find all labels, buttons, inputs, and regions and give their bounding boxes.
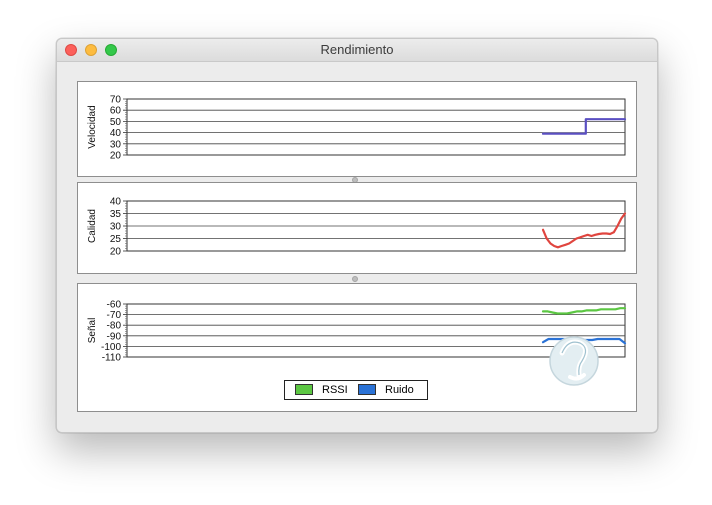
y-axis-label: Calidad: [87, 209, 98, 243]
rssi-swatch: [295, 384, 313, 395]
plot-area: [126, 98, 626, 156]
speed-chart-panel: 70 60 50 40 30 20 Velocidad: [77, 81, 637, 177]
y-tick-label: 30: [110, 222, 122, 233]
y-tick-label: 40: [110, 197, 122, 208]
title-bar[interactable]: Rendimiento: [57, 39, 657, 62]
quality-chart: 4035 3025 20 Calidad: [87, 197, 627, 258]
y-tick-label: 20: [110, 151, 122, 162]
splitter-handle-2[interactable]: [352, 276, 358, 282]
y-tick-label: -60: [107, 300, 122, 311]
y-tick-label: -90: [107, 331, 122, 342]
y-axis-label: Velocidad: [87, 105, 98, 148]
noise-swatch: [358, 384, 376, 395]
y-tick-label: -110: [102, 353, 122, 364]
quality-chart-panel: 40 35 30 25 20 Calidad: [77, 182, 637, 274]
y-axis-label: Señal: [87, 318, 98, 344]
y-tick-label: 60: [110, 106, 122, 117]
speed-chart: 706050403020 Velocidad: [87, 95, 627, 162]
legend-label-rssi: RSSI: [322, 384, 348, 396]
y-tick-label: -80: [107, 321, 122, 332]
y-tick-label: -70: [107, 310, 122, 321]
y-tick-label: 20: [110, 247, 122, 258]
y-tick-label: 35: [110, 209, 122, 220]
window-title: Rendimiento: [320, 42, 394, 57]
watermark-logo-icon: [549, 336, 599, 386]
y-tick-label: 30: [110, 139, 122, 150]
y-tick-label: 50: [110, 117, 122, 128]
chart-legend: RSSI Ruido: [284, 380, 428, 400]
legend-label-noise: Ruido: [385, 384, 414, 396]
y-tick-label: -100: [101, 342, 121, 353]
y-tick-label: 40: [110, 128, 122, 139]
y-tick-label: 25: [110, 234, 122, 245]
y-tick-label: 70: [110, 95, 122, 106]
